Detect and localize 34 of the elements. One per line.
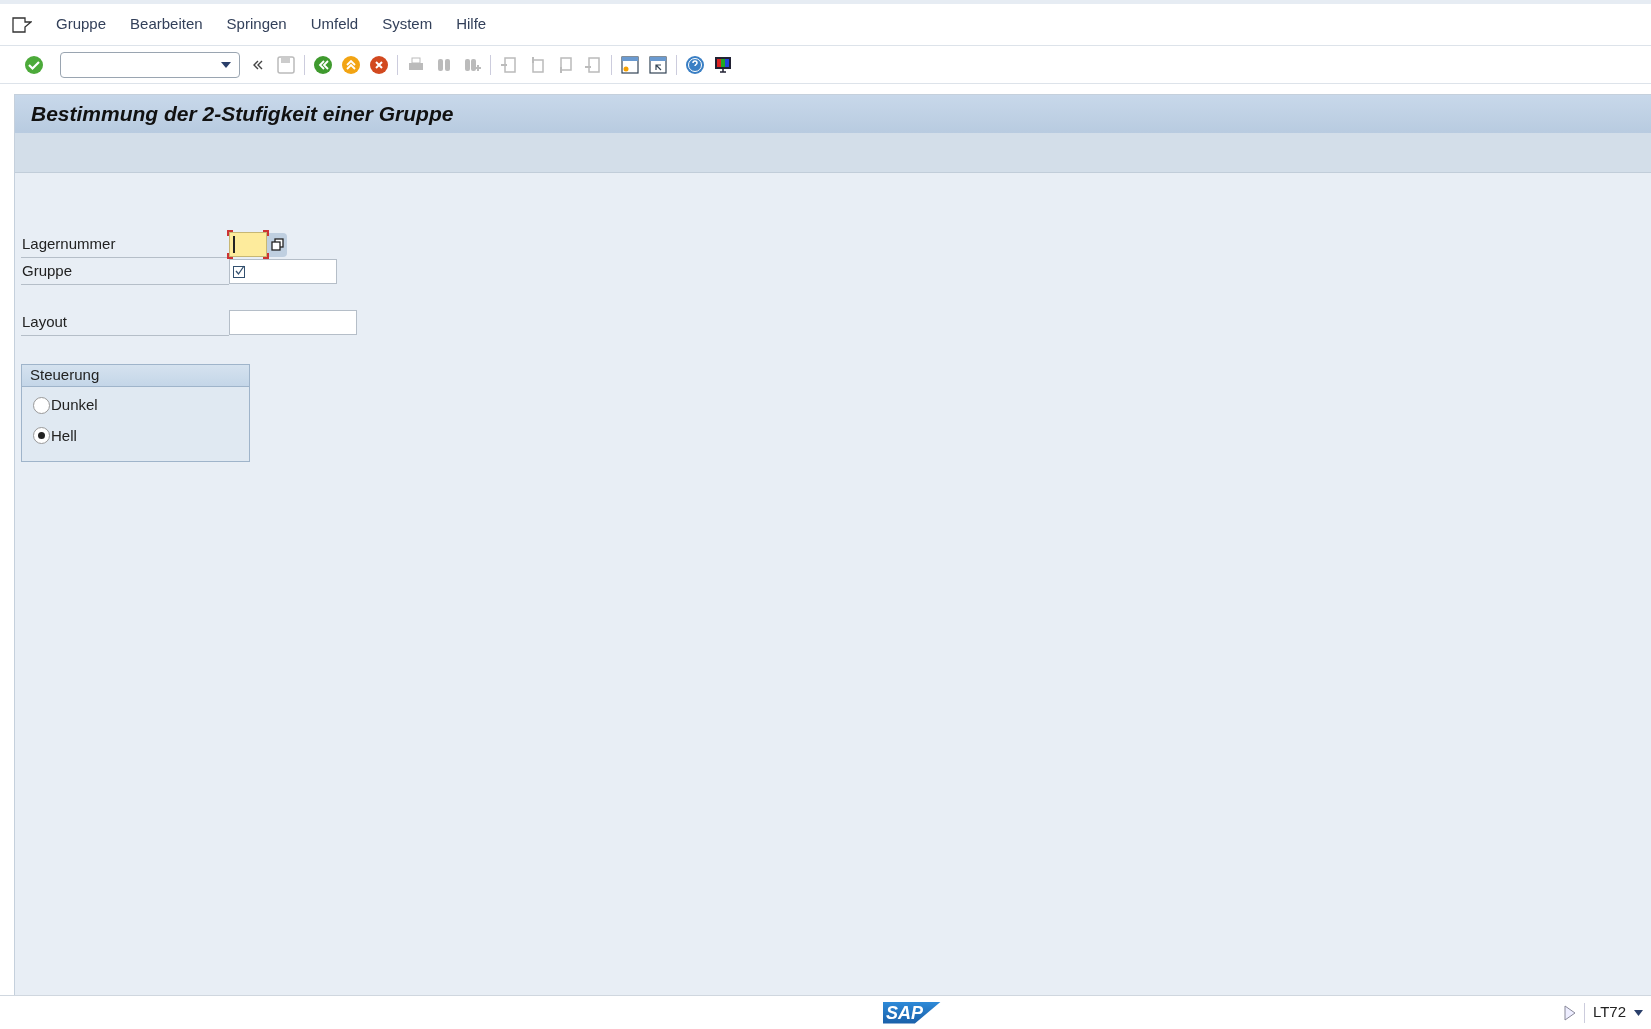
back-icon[interactable] — [313, 54, 333, 75]
screen-title: Bestimmung der 2-Stufigkeit einer Gruppe — [31, 101, 454, 128]
transaction-dropdown[interactable]: LT72 — [1584, 1001, 1651, 1024]
menu-item[interactable]: System — [382, 13, 433, 36]
monitor-icon[interactable] — [713, 54, 733, 75]
menu-item[interactable]: Hilfe — [456, 13, 487, 36]
double-chevron-icon[interactable] — [252, 58, 264, 71]
radio-label: Dunkel — [51, 395, 98, 415]
caret-icon — [221, 61, 231, 68]
menu-item[interactable]: Umfeld — [310, 13, 359, 36]
cancel-icon[interactable] — [369, 54, 389, 75]
required-input-field[interactable] — [229, 232, 267, 257]
help-icon[interactable] — [685, 54, 705, 75]
radio-button[interactable] — [33, 427, 50, 445]
caret-icon — [1634, 1009, 1643, 1016]
menu-icon[interactable] — [12, 16, 32, 33]
radio-label: Hell — [51, 425, 77, 446]
input-field[interactable] — [229, 259, 337, 284]
checkbox-icon — [233, 265, 246, 278]
new-window-icon[interactable] — [620, 54, 640, 75]
logo: SAP — [882, 1001, 941, 1024]
menu-item[interactable]: Gruppe — [56, 13, 107, 36]
command-field[interactable] — [60, 51, 240, 78]
check-icon[interactable] — [24, 54, 44, 75]
menu-item[interactable]: Bearbeiten — [130, 13, 203, 36]
input-field[interactable] — [229, 310, 357, 335]
play-icon[interactable] — [1563, 1004, 1576, 1021]
copy-icon — [270, 238, 284, 251]
save-icon[interactable] — [276, 54, 296, 75]
menu-item[interactable]: Springen — [226, 13, 287, 36]
group-title: Steuerung — [30, 365, 100, 386]
radio-button[interactable] — [33, 396, 50, 414]
shortcut-window-icon[interactable] — [648, 54, 668, 75]
value-help-button[interactable] — [267, 232, 287, 257]
